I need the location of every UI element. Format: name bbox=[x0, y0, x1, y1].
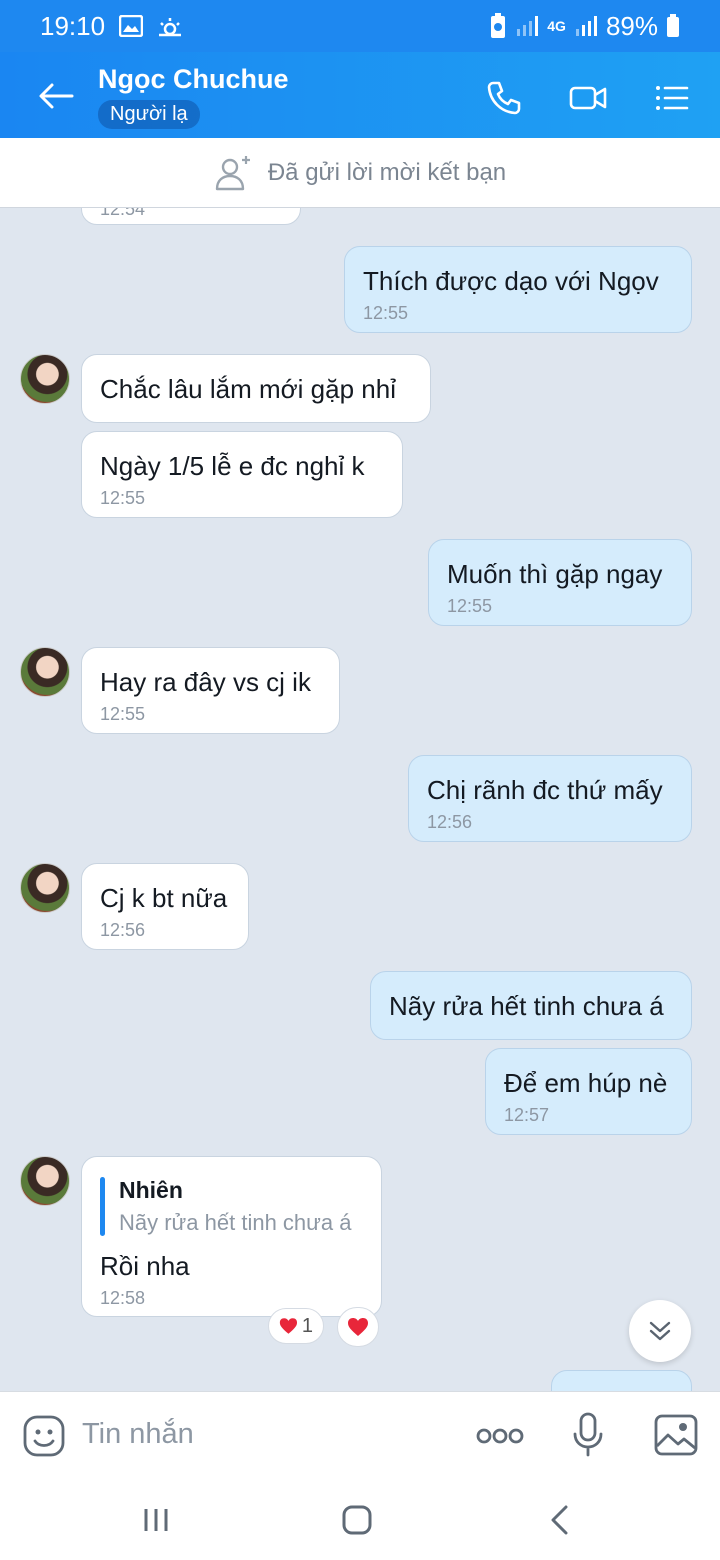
back-arrow-icon[interactable] bbox=[36, 76, 76, 116]
message-text: Chắc lâu lắm mới gặp nhỉ bbox=[100, 374, 396, 404]
quote-bar bbox=[100, 1177, 105, 1236]
back-icon[interactable] bbox=[548, 1505, 570, 1535]
more-icon[interactable] bbox=[476, 1424, 524, 1448]
reaction-count: 1 bbox=[301, 1314, 313, 1337]
message-time: 12:55 bbox=[363, 303, 409, 323]
message-time: 12:55 bbox=[100, 488, 146, 508]
recent-apps-icon[interactable] bbox=[142, 1507, 170, 1533]
chevron-down-icon bbox=[649, 1321, 671, 1341]
message-time: 12:55 bbox=[447, 596, 493, 616]
status-time: 19:10 bbox=[40, 10, 106, 41]
quoted-message[interactable]: Nhiên Nãy rửa hết tinh chưa á bbox=[100, 1177, 363, 1236]
message-bubble-incoming[interactable]: 12:54 bbox=[81, 208, 301, 225]
chat-header: Ngọc Chuchue Người lạ bbox=[0, 52, 720, 138]
message-time: 12:58 bbox=[100, 1288, 146, 1308]
friend-request-bar: Đã gửi lời mời kết bạn bbox=[0, 138, 720, 208]
contact-name[interactable]: Ngọc Chuchue bbox=[98, 64, 289, 95]
signal-icon-1 bbox=[517, 16, 539, 36]
message-bubble-reply[interactable]: Nhiên Nãy rửa hết tinh chưa á Rồi nha 12… bbox=[81, 1156, 382, 1317]
quote-author: Nhiên bbox=[119, 1177, 183, 1203]
react-button[interactable] bbox=[337, 1307, 379, 1347]
message-bubble-incoming[interactable]: Hay ra đây vs cj ik 12:55 bbox=[81, 647, 340, 734]
message-time: 12:56 bbox=[427, 812, 473, 832]
phone-icon[interactable] bbox=[484, 78, 524, 118]
message-bubble-outgoing[interactable]: Chị rãnh đc thứ mấy 12:56 bbox=[408, 755, 692, 842]
message-text: Thích được dạo với Ngọv bbox=[363, 266, 659, 296]
add-friend-icon bbox=[215, 155, 250, 190]
message-time: 12:56 bbox=[100, 920, 146, 940]
message-bubble-incoming[interactable]: Ngày 1/5 lễ e đc nghỉ k 12:55 bbox=[81, 431, 403, 518]
heart-icon bbox=[279, 1318, 298, 1334]
scroll-to-bottom-button[interactable] bbox=[629, 1300, 691, 1362]
contact-avatar[interactable] bbox=[20, 647, 70, 697]
message-time: 12:54 bbox=[100, 208, 146, 219]
heart-icon bbox=[348, 1318, 368, 1336]
message-bubble-outgoing[interactable] bbox=[551, 1370, 692, 1391]
system-nav-bar bbox=[0, 1479, 720, 1560]
message-text: Chị rãnh đc thứ mấy bbox=[427, 775, 663, 805]
message-text: Hay ra đây vs cj ik bbox=[100, 667, 311, 697]
video-call-icon[interactable] bbox=[568, 78, 608, 118]
contact-avatar[interactable] bbox=[20, 1156, 70, 1206]
message-bubble-outgoing[interactable]: Nãy rửa hết tinh chưa á bbox=[370, 971, 692, 1040]
message-bubble-outgoing[interactable]: Muốn thì gặp ngay 12:55 bbox=[428, 539, 692, 626]
message-text: Để em húp nè bbox=[504, 1068, 668, 1098]
gallery-notification-icon bbox=[119, 15, 144, 37]
message-bubble-incoming[interactable]: Cj k bt nữa 12:56 bbox=[81, 863, 249, 950]
battery-percent: 89% bbox=[605, 10, 658, 41]
message-bubble-outgoing[interactable]: Thích được dạo với Ngọv 12:55 bbox=[344, 246, 692, 333]
message-input-bar: Tin nhắn bbox=[0, 1391, 720, 1479]
sticker-icon[interactable] bbox=[22, 1414, 66, 1458]
signal-icon-2 bbox=[575, 16, 597, 36]
message-time: 12:55 bbox=[100, 704, 146, 724]
network-type: 4G bbox=[547, 18, 566, 34]
stranger-badge: Người lạ bbox=[98, 100, 200, 129]
chat-area[interactable]: 12:54 Thích được dạo với Ngọv 12:55 Chắc… bbox=[0, 208, 720, 1391]
message-text: Cj k bt nữa bbox=[100, 883, 228, 913]
friend-request-text: Đã gửi lời mời kết bạn bbox=[267, 158, 507, 186]
message-input[interactable]: Tin nhắn bbox=[82, 1418, 194, 1451]
quote-text: Nãy rửa hết tinh chưa á bbox=[119, 1210, 352, 1235]
image-icon[interactable] bbox=[654, 1414, 698, 1456]
home-icon[interactable] bbox=[342, 1505, 372, 1535]
reaction-summary[interactable]: 1 bbox=[268, 1308, 324, 1344]
message-bubble-incoming[interactable]: Chắc lâu lắm mới gặp nhỉ bbox=[81, 354, 431, 423]
message-text: Ngày 1/5 lễ e đc nghỉ k bbox=[100, 451, 365, 481]
message-bubble-outgoing[interactable]: Để em húp nè 12:57 bbox=[485, 1048, 692, 1135]
battery-saver-icon bbox=[491, 13, 506, 38]
menu-list-icon[interactable] bbox=[652, 78, 692, 118]
message-text: Rồi nha bbox=[100, 1251, 190, 1281]
microphone-icon[interactable] bbox=[572, 1412, 604, 1458]
contact-avatar[interactable] bbox=[20, 863, 70, 913]
message-time: 12:57 bbox=[504, 1105, 550, 1125]
contact-avatar[interactable] bbox=[20, 354, 70, 404]
message-text: Nãy rửa hết tinh chưa á bbox=[389, 991, 664, 1021]
battery-icon bbox=[667, 14, 679, 37]
status-bar: 19:10 4G 89% bbox=[0, 0, 720, 52]
message-text: Muốn thì gặp ngay bbox=[447, 559, 663, 589]
weather-icon bbox=[159, 18, 182, 37]
